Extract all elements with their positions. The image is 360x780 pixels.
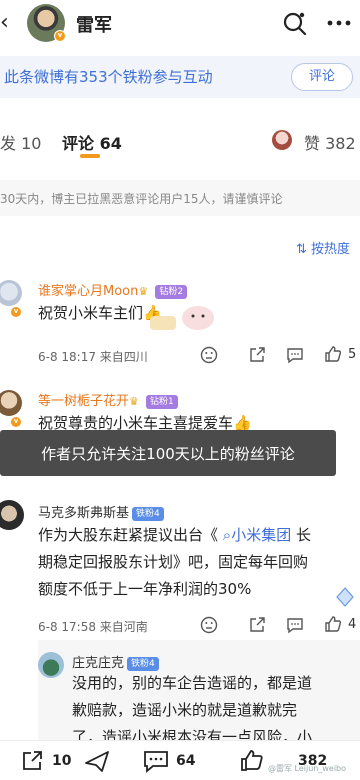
commenter-avatar[interactable] [0, 390, 22, 416]
tab-like[interactable]: 赞 382 [304, 130, 356, 154]
like-count: 5 [348, 347, 357, 362]
back-arrow-icon[interactable]: ‹ [0, 10, 14, 36]
like-thumb-icon[interactable] [324, 345, 342, 363]
repost-count: 10 [52, 753, 72, 769]
share-icon[interactable] [248, 616, 266, 634]
dislike-face-icon[interactable] [200, 346, 218, 364]
comment-text-segment: 作为大股东赶紧提议出台《 [38, 526, 223, 544]
tab-comment[interactable]: 评论 64 [62, 130, 122, 154]
replier-name[interactable]: 庄克庄克 铁粉4 [72, 652, 159, 671]
search-icon: ⌕ [222, 526, 232, 544]
banner-text: 此条微博有353个铁粉参与互动 [4, 68, 213, 86]
commenter-name[interactable]: 等一树栀子花开♛ 钻粉1 [38, 390, 178, 409]
fan-interaction-banner: 此条微博有353个铁粉参与互动 评论 [0, 56, 360, 98]
replier-avatar[interactable] [38, 652, 64, 678]
like-count: 4 [348, 617, 357, 632]
commenter-name-text: 谁家掌心月Moon [38, 284, 139, 299]
reply-icon[interactable] [286, 346, 304, 364]
active-tab-indicator [80, 154, 100, 158]
comment-text: 祝贺小米车主们👍 [38, 304, 162, 322]
top-bar: ‹ v 雷军 [0, 0, 360, 48]
diamond-fan-icon [336, 587, 354, 607]
moderation-notice: 30天内，博主已拉黑恶意评论用户15人，请谨慎评论 [0, 180, 360, 216]
bottom-action-bar: 10 64 382 [0, 740, 360, 780]
commenter-name[interactable]: 马克多斯弗斯基 铁粉4 [38, 502, 164, 521]
author-name[interactable]: 雷军 [76, 11, 112, 37]
fan-badge: 铁粉4 [127, 657, 159, 671]
share-icon[interactable] [248, 346, 266, 364]
sort-icon: ⇅ [296, 242, 307, 257]
verified-badge-icon: v [10, 306, 22, 318]
topic-link-text: 小米集团 [231, 526, 292, 544]
commenter-avatar[interactable] [0, 280, 22, 306]
comment-icon[interactable] [142, 749, 170, 773]
comment-item: 马克多斯弗斯基 铁粉4 作为大股东赶紧提议出台《 ⌕小米集团 长 期稳定回报股东计… [0, 500, 360, 640]
watermark: @雷军 Leijun_weibo [268, 764, 347, 773]
comment-meta: 6-8 17:58 来自河南 [38, 620, 148, 634]
commenter-avatar[interactable] [0, 500, 24, 530]
banner-comment-button[interactable]: 评论 [291, 63, 353, 91]
reply-text-line: 没用的，别的车企告造谣的，都是道 [72, 674, 313, 692]
comment-count: 64 [176, 753, 196, 769]
crown-icon: ♛ [138, 285, 149, 298]
sticker-image [150, 306, 214, 330]
liker-avatar [272, 130, 292, 150]
send-icon[interactable] [84, 749, 110, 773]
comment-meta: 6-8 18:17 来自四川 [38, 350, 148, 364]
permission-toast: 作者只允许关注100天以上的粉丝评论 [0, 430, 336, 476]
commenter-name-text: 等一树栀子花开 [38, 394, 130, 409]
interaction-tabs: 发 10 评论 64 赞 382 [0, 118, 360, 168]
reply-icon[interactable] [286, 616, 304, 634]
reply-text-line: 歉赔款，造谣小米的就是道歉就完 [72, 701, 298, 719]
notice-text: 30天内，博主已拉黑恶意评论用户15人，请谨慎评论 [0, 192, 283, 206]
like-thumb-icon[interactable] [240, 749, 264, 773]
crown-icon: ♛ [129, 395, 139, 408]
topic-link[interactable]: ⌕小米集团 [223, 526, 291, 544]
comment-text: 作为大股东赶紧提议出台《 ⌕小米集团 长 期稳定回报股东计划》吧，固定每年回购 … [38, 522, 311, 603]
comment-item: v 谁家掌心月Moon♛ 钻粉2 祝贺小米车主们👍 6-8 18:17 来自四川 … [0, 278, 360, 370]
repost-icon[interactable] [20, 749, 44, 773]
tab-repost[interactable]: 发 10 [0, 130, 41, 154]
fan-badge: 铁粉4 [132, 507, 164, 521]
verified-badge-icon: v [10, 416, 22, 428]
replier-name-text: 庄克庄克 [72, 656, 125, 671]
search-icon[interactable] [282, 10, 308, 36]
commenter-name-text: 马克多斯弗斯基 [38, 506, 130, 521]
comment-text-segment: 长 [291, 526, 311, 544]
sort-label: 按热度 [311, 242, 351, 257]
dislike-face-icon[interactable] [200, 616, 218, 634]
comment-text-segment: 期稳定回报股东计划》吧，固定每年回购 [38, 553, 309, 571]
toast-text: 作者只允许关注100天以上的粉丝评论 [41, 445, 295, 463]
sort-toggle[interactable]: ⇅ 按热度 [296, 238, 350, 257]
comment-text-segment: 额度不低于上一年净利润的30% [38, 580, 252, 598]
like-thumb-icon[interactable] [324, 615, 342, 633]
more-menu-icon[interactable] [326, 12, 352, 34]
fan-badge: 钻粉2 [155, 285, 188, 299]
verified-badge-icon: v [54, 30, 66, 42]
reply-text: 没用的，别的车企告造谣的，都是道 歉赔款，造谣小米的就是道歉就完 了，造谣小米根… [72, 670, 312, 751]
commenter-name[interactable]: 谁家掌心月Moon♛ 钻粉2 [38, 280, 188, 299]
fan-badge: 钻粉1 [146, 395, 178, 409]
